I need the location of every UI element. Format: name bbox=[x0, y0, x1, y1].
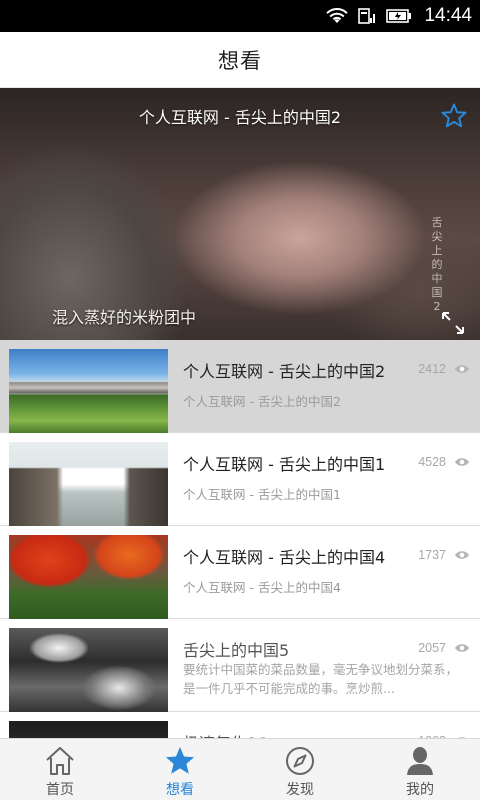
video-thumbnail bbox=[9, 349, 168, 433]
battery-icon bbox=[386, 8, 412, 24]
video-player[interactable]: 个人互联网 - 舌尖上的中国2 舌尖上的中国2 混入蒸好的米粉团中 bbox=[0, 88, 480, 340]
bottom-nav: 首页 想看 发现 我的 bbox=[0, 738, 480, 800]
nav-discover-label: 发现 bbox=[286, 782, 314, 798]
status-bar: 14:44 bbox=[0, 0, 480, 32]
list-item[interactable]: 个人互联网 - 舌尖上的中国2 个人互联网 - 舌尖上的中国2 2412 bbox=[0, 340, 480, 433]
video-title: 个人互联网 - 舌尖上的中国2 bbox=[138, 108, 342, 127]
video-thumbnail bbox=[9, 442, 168, 526]
list-item[interactable]: 舌尖上的中国5 要统计中国菜的菜品数量，毫无争议地划分菜系，是一件几乎不可能完成… bbox=[0, 619, 480, 712]
signal-icon bbox=[358, 7, 376, 25]
video-thumbnail bbox=[9, 628, 168, 712]
item-description: 要统计中国菜的菜品数量，毫无争议地划分菜系，是一件几乎不可能完成的事。烹炒煎..… bbox=[183, 662, 459, 696]
video-watermark: 舌尖上的中国2 bbox=[431, 216, 443, 313]
favorite-star-icon[interactable] bbox=[440, 102, 468, 130]
view-count: 2057 bbox=[418, 641, 446, 655]
user-icon bbox=[407, 747, 433, 775]
item-title: 个人互联网 - 舌尖上的中国2 bbox=[183, 362, 386, 381]
item-title: 个人互联网 - 舌尖上的中国1 bbox=[183, 455, 386, 474]
list-item[interactable]: 个人互联网 - 舌尖上的中国1 个人互联网 - 舌尖上的中国1 4528 bbox=[0, 433, 480, 526]
compass-icon bbox=[286, 747, 314, 775]
eye-icon bbox=[455, 551, 469, 559]
item-title: 极速复仇16 bbox=[183, 730, 267, 738]
view-count: 4528 bbox=[418, 455, 446, 469]
nav-mine[interactable]: 我的 bbox=[360, 739, 480, 800]
nav-home[interactable]: 首页 bbox=[0, 739, 120, 800]
item-title: 舌尖上的中国5 bbox=[183, 641, 290, 660]
status-time: 14:44 bbox=[424, 5, 472, 26]
view-count: 2412 bbox=[418, 362, 446, 376]
fullscreen-icon[interactable] bbox=[440, 310, 466, 336]
eye-icon bbox=[455, 458, 469, 466]
list-item[interactable]: 个人互联网 - 舌尖上的中国4 个人互联网 - 舌尖上的中国4 1737 bbox=[0, 526, 480, 619]
star-icon bbox=[166, 747, 194, 774]
item-subtitle: 个人互联网 - 舌尖上的中国1 bbox=[183, 487, 341, 502]
eye-icon bbox=[455, 644, 469, 652]
eye-icon bbox=[455, 365, 469, 373]
view-count: 1737 bbox=[418, 548, 446, 562]
item-subtitle: 个人互联网 - 舌尖上的中国4 bbox=[183, 580, 341, 595]
nav-home-label: 首页 bbox=[46, 782, 74, 798]
home-icon bbox=[46, 747, 74, 775]
video-thumbnail bbox=[9, 721, 168, 738]
nav-discover[interactable]: 发现 bbox=[240, 739, 360, 800]
item-title: 个人互联网 - 舌尖上的中国4 bbox=[183, 548, 386, 567]
wifi-icon bbox=[326, 7, 349, 25]
video-subtitle: 混入蒸好的米粉团中 bbox=[52, 308, 197, 327]
video-list: 个人互联网 - 舌尖上的中国2 个人互联网 - 舌尖上的中国2 2412 个人互… bbox=[0, 340, 480, 738]
video-thumbnail bbox=[9, 535, 168, 619]
nav-want-to-watch-label: 想看 bbox=[166, 782, 194, 798]
list-item[interactable]: 极速复仇16 1003 bbox=[0, 712, 480, 738]
item-subtitle: 个人互联网 - 舌尖上的中国2 bbox=[183, 394, 341, 409]
nav-want-to-watch[interactable]: 想看 bbox=[120, 739, 240, 800]
page-title: 想看 bbox=[218, 48, 262, 73]
title-bar: 想看 bbox=[0, 32, 480, 88]
nav-mine-label: 我的 bbox=[406, 782, 434, 798]
